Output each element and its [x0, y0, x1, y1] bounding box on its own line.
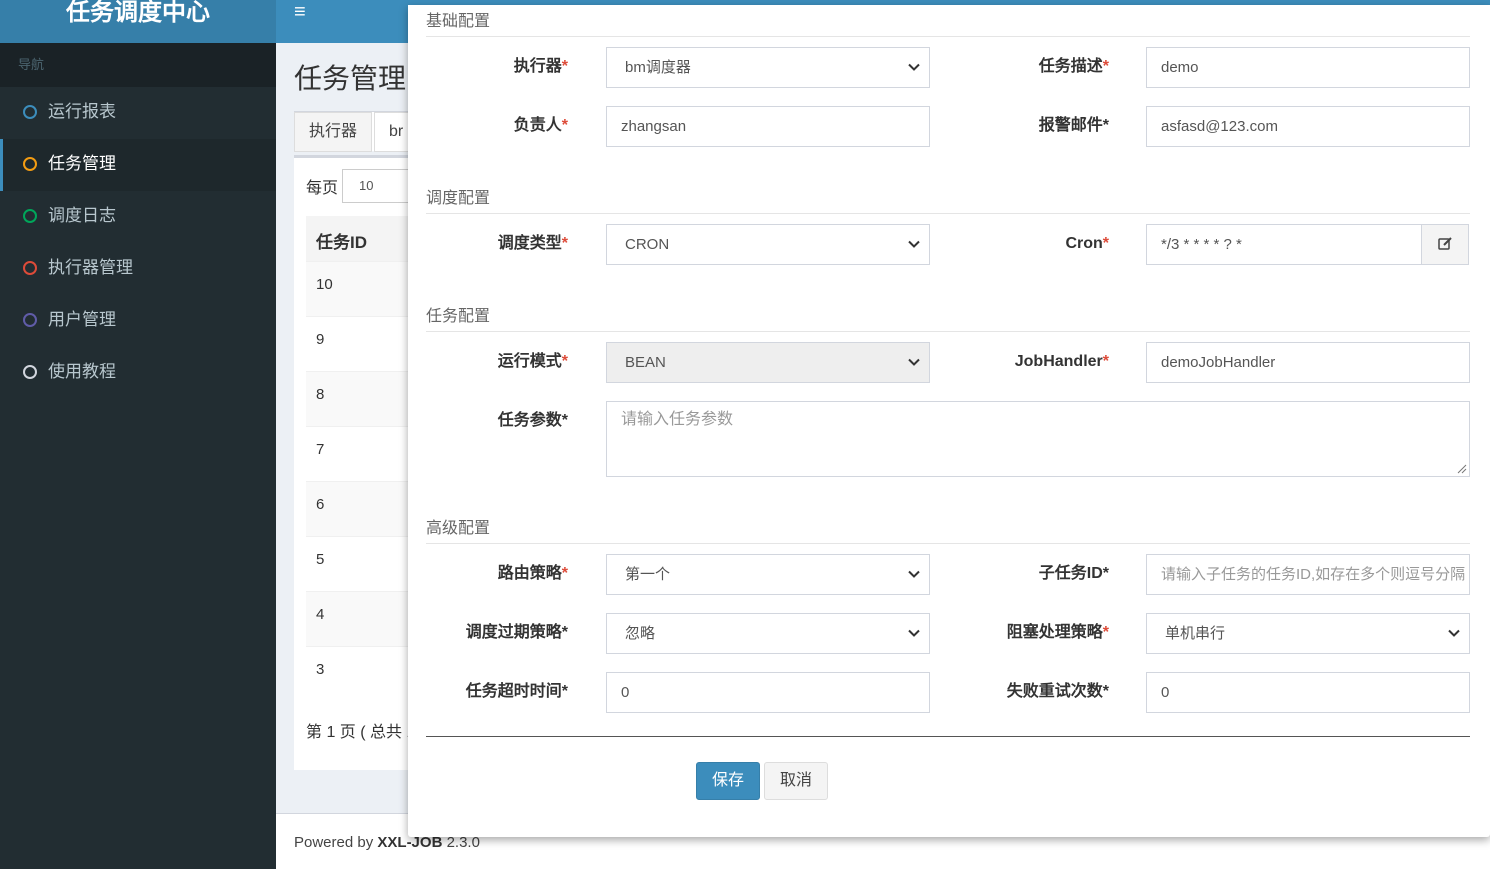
- job-param-textarea[interactable]: 请输入任务参数: [606, 401, 1470, 477]
- app-logo[interactable]: 任务调度中心: [0, 0, 276, 43]
- chevron-down-icon: [908, 63, 920, 71]
- cron-generator-button[interactable]: [1421, 224, 1469, 265]
- save-button[interactable]: 保存: [696, 762, 760, 800]
- executor-filter-label: 执行器: [294, 112, 373, 152]
- chevron-down-icon: [908, 629, 920, 637]
- circle-icon: [23, 261, 37, 275]
- sidebar-item-jobs[interactable]: 任务管理: [0, 139, 276, 191]
- chevron-down-icon: [1448, 629, 1460, 637]
- misfire-strategy-select[interactable]: 忽略: [606, 613, 930, 654]
- sidebar-item-executors[interactable]: 执行器管理: [0, 243, 276, 295]
- sidebar-item-users[interactable]: 用户管理: [0, 295, 276, 347]
- menu-toggle-icon[interactable]: ≡: [294, 2, 306, 22]
- resize-grip-icon[interactable]: [1457, 464, 1467, 474]
- section-basic-config: 基础配置: [426, 7, 1470, 37]
- job-handler-input[interactable]: demoJobHandler: [1146, 342, 1470, 383]
- block-strategy-select[interactable]: 单机串行: [1146, 613, 1470, 654]
- block-strategy-label: 阻塞处理策略*: [1006, 624, 1109, 641]
- timeout-label: 任务超时时间*: [465, 683, 568, 700]
- form-divider: [426, 736, 1470, 737]
- sidebar-item-label: 运行报表: [48, 102, 116, 121]
- sidebar-item-logs[interactable]: 调度日志: [0, 191, 276, 243]
- executor-select[interactable]: bm调度器: [606, 47, 930, 88]
- chevron-down-icon: [908, 570, 920, 578]
- executor-label: 执行器*: [513, 58, 568, 75]
- child-job-id-input[interactable]: 请输入子任务的任务ID,如存在多个则逗号分隔: [1146, 554, 1470, 595]
- job-param-label: 任务参数*: [497, 412, 568, 429]
- glue-type-label: 运行模式*: [497, 353, 568, 370]
- chevron-down-icon: [908, 240, 920, 248]
- sidebar-item-label: 用户管理: [48, 310, 116, 329]
- cron-label: Cron*: [1065, 235, 1109, 252]
- circle-icon: [23, 313, 37, 327]
- section-advanced-config: 高级配置: [426, 514, 1470, 544]
- misfire-strategy-label: 调度过期策略*: [465, 624, 568, 641]
- route-strategy-select[interactable]: 第一个: [606, 554, 930, 595]
- circle-icon: [23, 365, 37, 379]
- timeout-input[interactable]: 0: [606, 672, 930, 713]
- sidebar-item-report[interactable]: 运行报表: [0, 87, 276, 139]
- section-schedule-config: 调度配置: [426, 184, 1470, 214]
- fail-retry-input[interactable]: 0: [1146, 672, 1470, 713]
- sidebar-item-label: 调度日志: [48, 206, 116, 225]
- author-input[interactable]: zhangsan: [606, 106, 930, 147]
- sidebar: 导航 运行报表 任务管理 调度日志 执行器管理 用户管理 使用教程: [0, 43, 276, 869]
- circle-icon: [23, 157, 37, 171]
- section-task-config: 任务配置: [426, 302, 1470, 332]
- sidebar-header: 导航: [0, 43, 276, 87]
- alarm-email-input[interactable]: asfasd@123.com: [1146, 106, 1470, 147]
- fail-retry-label: 失败重试次数*: [1006, 683, 1109, 700]
- job-edit-modal: 基础配置 执行器* bm调度器 任务描述* demo 负责人* zhangsan…: [408, 5, 1490, 837]
- job-desc-label: 任务描述*: [1038, 58, 1109, 75]
- child-job-id-label: 子任务ID*: [1038, 565, 1109, 582]
- schedule-type-select[interactable]: CRON: [606, 224, 930, 265]
- alarm-email-label: 报警邮件*: [1038, 117, 1109, 134]
- schedule-type-label: 调度类型*: [497, 235, 568, 252]
- pagination-info: 第 1 页 ( 总共 1: [306, 724, 416, 741]
- sidebar-item-label: 任务管理: [48, 154, 116, 173]
- cron-input[interactable]: */3 * * * * ? *: [1146, 224, 1422, 265]
- footer-prefix: Powered by: [294, 834, 378, 851]
- job-handler-label: JobHandler*: [1014, 353, 1109, 370]
- glue-type-select[interactable]: BEAN: [606, 342, 930, 383]
- cancel-button[interactable]: 取消: [764, 762, 828, 800]
- sidebar-item-label: 执行器管理: [48, 258, 133, 277]
- chevron-down-icon: [908, 358, 920, 366]
- sidebar-item-help[interactable]: 使用教程: [0, 347, 276, 399]
- circle-icon: [23, 105, 37, 119]
- sidebar-item-label: 使用教程: [48, 362, 116, 381]
- per-page-label: 每页: [306, 180, 339, 197]
- author-label: 负责人*: [513, 117, 568, 134]
- circle-icon: [23, 209, 37, 223]
- page-title: 任务管理: [294, 63, 407, 94]
- job-desc-input[interactable]: demo: [1146, 47, 1470, 88]
- route-strategy-label: 路由策略*: [497, 565, 568, 582]
- edit-icon: [1438, 237, 1452, 250]
